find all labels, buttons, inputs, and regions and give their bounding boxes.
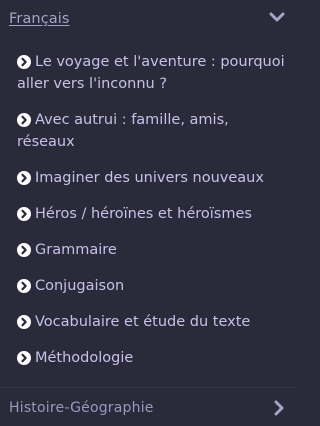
chapter-link-voyage[interactable]: Le voyage et l'aventure : pourquoi aller… — [0, 51, 297, 95]
chapter-label[interactable]: Le voyage et l'aventure : pourquoi aller… — [17, 51, 287, 95]
chevron-circle-right-icon — [17, 113, 31, 127]
chapter-label[interactable]: Vocabulaire et étude du texte — [17, 311, 287, 333]
chapter-link-univers[interactable]: Imaginer des univers nouveaux — [0, 167, 297, 189]
subject-menu-panel: Français Le voyage et l'aventure : pourq… — [0, 0, 297, 426]
section-header-francais[interactable]: Français — [0, 0, 297, 40]
chapter-label[interactable]: Grammaire — [17, 239, 287, 261]
next-section-title[interactable]: Histoire-Géographie — [9, 400, 154, 416]
chevron-circle-right-icon — [17, 207, 31, 221]
chapter-label[interactable]: Héros / héroïnes et héroïsmes — [17, 203, 287, 225]
chevron-circle-right-icon — [17, 351, 31, 365]
chevron-circle-right-icon — [17, 55, 31, 69]
chevron-down-icon[interactable] — [269, 11, 285, 23]
chapter-link-grammaire[interactable]: Grammaire — [0, 239, 297, 261]
chapter-list: Le voyage et l'aventure : pourquoi aller… — [0, 51, 297, 383]
chevron-circle-right-icon — [17, 315, 31, 329]
chevron-circle-right-icon — [17, 171, 31, 185]
chapter-link-conjugaison[interactable]: Conjugaison — [0, 275, 297, 297]
section-title[interactable]: Français — [9, 11, 70, 27]
chapter-link-vocabulaire[interactable]: Vocabulaire et étude du texte — [0, 311, 297, 333]
chevron-right-icon[interactable] — [273, 400, 285, 416]
chevron-circle-right-icon — [17, 279, 31, 293]
chapter-label[interactable]: Imaginer des univers nouveaux — [17, 167, 287, 189]
section-divider — [0, 387, 297, 388]
chapter-label[interactable]: Avec autrui : famille, amis, réseaux — [17, 109, 287, 153]
section-header-histoire-geographie[interactable]: Histoire-Géographie — [0, 392, 297, 426]
chapter-label[interactable]: Conjugaison — [17, 275, 287, 297]
chapter-link-autrui[interactable]: Avec autrui : famille, amis, réseaux — [0, 109, 297, 153]
chapter-link-methodologie[interactable]: Méthodologie — [0, 347, 297, 369]
chevron-circle-right-icon — [17, 243, 31, 257]
chapter-link-heros[interactable]: Héros / héroïnes et héroïsmes — [0, 203, 297, 225]
chapter-label[interactable]: Méthodologie — [17, 347, 287, 369]
